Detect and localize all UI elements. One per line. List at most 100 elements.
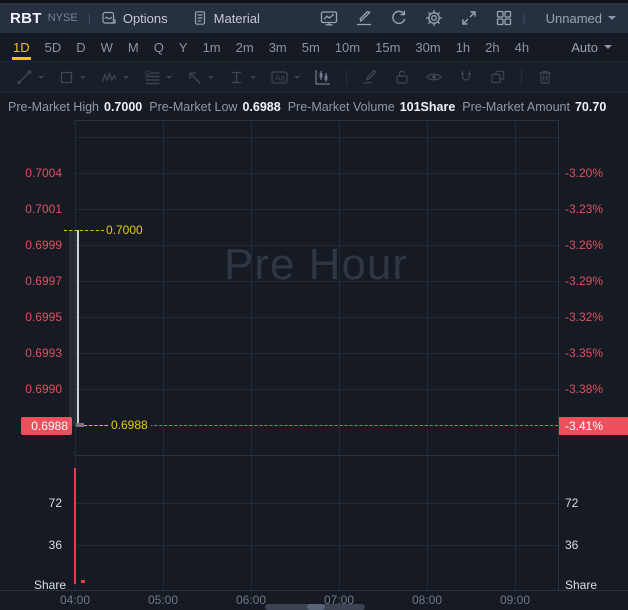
percent-axis-label: -3.23% [565,202,604,216]
unlock-tool[interactable] [393,68,411,86]
premarket-low-label: Pre-Market Low [149,99,238,114]
chart-canvas[interactable]: Pre Hour 0.7004 0.7001 0.6999 0.6997 0.6… [0,120,628,610]
timeframe-m[interactable]: M [127,33,140,61]
pane-divider[interactable] [74,455,559,456]
arrow-tool[interactable] [186,69,214,86]
gridline [74,173,558,174]
percent-axis-label: -3.29% [565,274,604,288]
visibility-eye-tool[interactable] [425,68,443,86]
magnet-snap-tool[interactable] [457,68,475,86]
volume-unit-label-left: Share [33,578,66,592]
last-price-badge: 0.6988 [21,417,72,435]
top-bar: RBT NYSE | Options Material | Unnamed [0,0,628,33]
premarket-low-value: 0.6988 [242,99,281,114]
timeframe-5m[interactable]: 5m [301,33,321,61]
shape-tool[interactable] [58,69,86,86]
svg-text:Aa: Aa [275,73,285,82]
wave-pattern-tool[interactable] [100,69,129,86]
edit-chart-icon[interactable] [355,9,373,27]
scrollbar-grip [307,604,325,610]
gridline [74,545,558,546]
material-menu-button[interactable]: Material [192,10,260,26]
settings-gear-icon[interactable] [425,9,443,27]
premarket-volume-label: Pre-Market Volume [287,99,395,114]
volume-unit-label-right: Share [565,578,598,592]
timeframe-2m[interactable]: 2m [235,33,255,61]
gridline [74,137,558,138]
gridline [74,389,558,390]
percent-axis-label: -3.20% [565,166,604,180]
toolbar-divider [346,69,347,85]
timeframe-4h[interactable]: 4h [514,33,530,61]
high-line-label: 0.7000 [106,223,143,237]
timeframe-1d[interactable]: 1D [12,33,31,61]
layout-grid-icon[interactable] [495,9,513,27]
chart-monitor-icon[interactable] [320,9,338,27]
timeframe-30m[interactable]: 30m [414,33,441,61]
clone-tool[interactable] [489,68,507,86]
timeframe-10m[interactable]: 10m [334,33,361,61]
timeframe-y[interactable]: Y [178,33,189,61]
options-contract-icon [101,10,117,26]
timeframe-bar: 1D 5D D W M Q Y 1m 2m 3m 5m 10m 15m 30m … [0,33,628,62]
session-watermark: Pre Hour [223,240,409,289]
timeframe-15m[interactable]: 15m [374,33,401,61]
workspace-dropdown[interactable]: Unnamed [546,11,616,26]
volume-bar [74,468,76,584]
material-menu-label: Material [213,10,260,26]
gann-lines-tool[interactable]: G [143,69,172,86]
gridline [74,503,558,504]
chevron-down-icon [38,75,44,79]
price-axis-label: 0.7004 [25,166,62,180]
change-percent-badge: -3.41% [559,417,628,435]
low-line-label: 0.6988 [108,417,151,433]
gridline [74,209,558,210]
low-reference-line [84,425,108,426]
chart-scrollbar-thumb[interactable] [265,604,365,610]
timeframe-5d[interactable]: 5D [44,33,63,61]
timeframe-w[interactable]: W [100,33,114,61]
drawing-toolbar: G Aa [0,62,628,93]
trend-line-tool[interactable] [16,69,44,86]
gridline [515,120,516,590]
premarket-info-bar: Pre-Market High 0.7000 Pre-Market Low 0.… [0,93,628,120]
volume-axis-label: 36 [48,538,62,552]
chevron-down-icon [166,75,172,79]
auto-label: Auto [571,39,598,55]
premarket-high-label: Pre-Market High [8,99,99,114]
plot-top-border [74,120,559,121]
x-axis-line [0,590,628,591]
chevron-down-icon [80,75,86,79]
measure-tool[interactable] [228,69,256,86]
timeframe-1m[interactable]: 1m [202,33,222,61]
price-axis-label: 0.6990 [25,382,62,396]
gridline [74,353,558,354]
freehand-draw-tool[interactable] [361,68,379,86]
premarket-amount-label: Pre-Market Amount [462,99,570,114]
gridline [163,120,164,590]
percent-axis-label: -3.32% [565,310,604,324]
document-icon [192,10,208,26]
gridline [74,317,558,318]
timeframe-q[interactable]: Q [153,33,165,61]
auto-interval-dropdown[interactable]: Auto [571,33,612,61]
fullscreen-expand-icon[interactable] [460,9,478,27]
chart-style-candles-tool[interactable] [314,68,332,86]
options-menu-button[interactable]: Options [101,10,168,26]
percent-axis-label: -3.38% [565,382,604,396]
workspace-label: Unnamed [545,10,602,26]
price-axis-label: 0.6993 [25,346,62,360]
volume-axis-label: 72 [565,496,579,510]
timeframe-3m[interactable]: 3m [268,33,288,61]
gridline [339,120,340,590]
volume-axis-label: 36 [565,538,579,552]
symbol-ticker[interactable]: RBT [10,10,42,27]
timeframe-2h[interactable]: 2h [484,33,500,61]
time-axis-label: 04:00 [59,593,91,607]
chevron-down-icon [604,45,612,49]
timeframe-1h[interactable]: 1h [455,33,471,61]
timeframe-d[interactable]: D [75,33,86,61]
text-annotation-tool[interactable]: Aa [270,69,300,86]
delete-trash-tool[interactable] [536,68,554,86]
refresh-icon[interactable] [390,9,408,27]
